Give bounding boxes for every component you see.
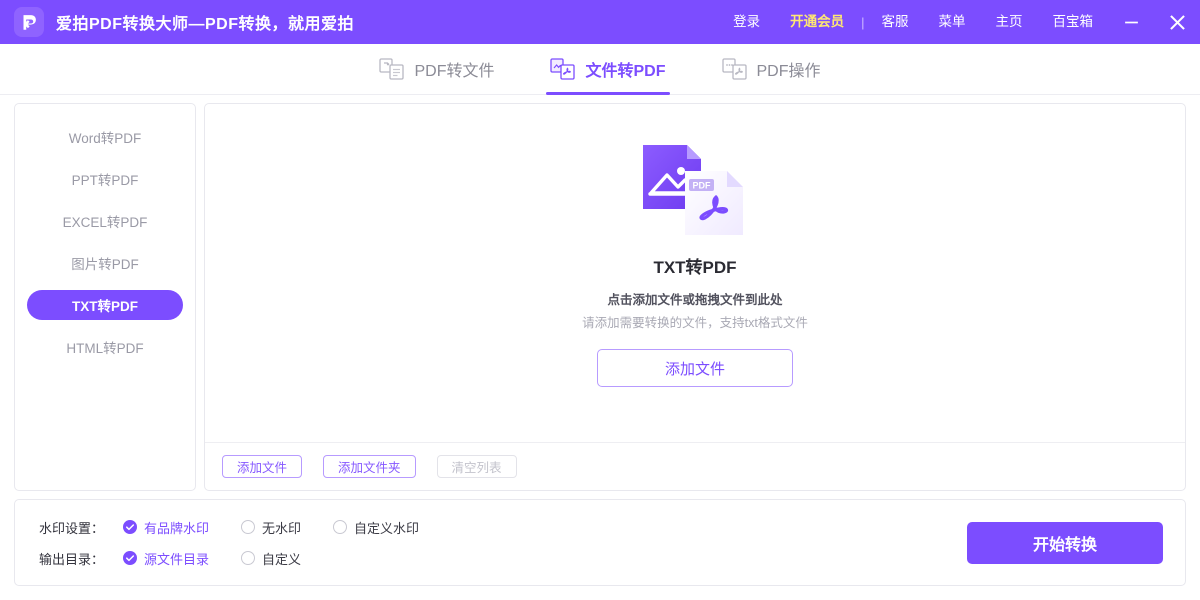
tab-pdf-to-file[interactable]: PDF转文件 [351,44,522,95]
conversion-type-sidebar: Word转PDF PPT转PDF EXCEL转PDF 图片转PDF TXT转PD… [14,103,196,491]
add-file-button[interactable]: 添加文件 [222,455,303,478]
tab-pdf-operations[interactable]: PDF操作 [694,44,849,95]
header-link-home[interactable]: 主页 [981,0,1038,44]
output-directory-row: 输出目录： 源文件目录 自定义 [39,549,451,568]
main-tabs: PDF转文件 文件转PDF PDF操作 [0,44,1200,95]
settings-options: 水印设置： 有品牌水印 无水印 自定义水印 输出目录： 源文件目录 自定义 [15,518,451,568]
title-bar: 爱拍PDF转换大师—PDF转换，就用爱拍 登录 开通会员 | 客服 菜单 主页 … [0,0,1200,44]
clear-list-button: 清空列表 [436,455,517,478]
svg-text:PDF: PDF [693,181,712,191]
radio-source-dir[interactable]: 源文件目录 [123,549,209,568]
sidebar-item-word-to-pdf[interactable]: Word转PDF [27,122,183,152]
radio-custom-dir[interactable]: 自定义 [241,549,301,568]
header-link-customer-service[interactable]: 客服 [867,0,924,44]
empty-circle-icon [241,551,256,565]
sidebar-item-html-to-pdf[interactable]: HTML转PDF [27,332,183,362]
header-link-login[interactable]: 登录 [718,0,775,44]
file-to-pdf-icon [550,58,576,80]
sidebar-item-ppt-to-pdf[interactable]: PPT转PDF [27,164,183,194]
radio-label: 自定义水印 [354,520,420,536]
file-drop-area[interactable]: PDF TXT转PDF 点击添加文件或拖拽文件到此处 请添加需要转换的文件，支持… [205,104,1185,442]
settings-bar: 水印设置： 有品牌水印 无水印 自定义水印 输出目录： 源文件目录 自定义 开始… [14,499,1186,586]
radio-custom-watermark[interactable]: 自定义水印 [333,518,419,537]
add-folder-button[interactable]: 添加文件夹 [323,455,416,478]
radio-no-watermark[interactable]: 无水印 [241,518,301,537]
radio-brand-watermark[interactable]: 有品牌水印 [123,518,209,537]
app-title: 爱拍PDF转换大师—PDF转换，就用爱拍 [56,16,355,33]
pdf-to-file-icon [379,58,405,80]
sidebar-item-image-to-pdf[interactable]: 图片转PDF [27,248,183,278]
radio-label: 有品牌水印 [144,520,210,536]
empty-circle-icon [333,520,348,534]
check-circle-icon [123,520,137,534]
watermark-settings-row: 水印设置： 有品牌水印 无水印 自定义水印 [39,518,451,537]
header-link-menu[interactable]: 菜单 [924,0,981,44]
radio-label: 源文件目录 [144,551,210,567]
add-file-main-button[interactable]: 添加文件 [597,349,793,387]
drop-area-hint: 请添加需要转换的文件，支持txt格式文件 [582,316,808,330]
content-body: Word转PDF PPT转PDF EXCEL转PDF 图片转PDF TXT转PD… [0,95,1200,495]
drop-area-title: TXT转PDF [653,258,737,277]
app-logo-icon [14,7,44,37]
close-button[interactable] [1154,0,1200,44]
app-window: 爱拍PDF转换大师—PDF转换，就用爱拍 登录 开通会员 | 客服 菜单 主页 … [0,0,1200,600]
radio-label: 自定义 [262,551,302,567]
drop-area-subtitle: 点击添加文件或拖拽文件到此处 [607,293,783,307]
start-conversion-button[interactable]: 开始转换 [967,521,1163,564]
sidebar-item-txt-to-pdf[interactable]: TXT转PDF [27,290,183,320]
header-link-open-vip[interactable]: 开通会员 [775,0,859,44]
header-link-toolbox[interactable]: 百宝箱 [1038,0,1109,44]
header-separator: | [861,14,865,30]
tab-label: PDF转文件 [414,63,495,80]
pdf-operations-icon [721,58,747,80]
empty-circle-icon [241,520,256,534]
watermark-label: 水印设置： [39,520,105,536]
radio-label: 无水印 [262,520,302,536]
tab-file-to-pdf[interactable]: 文件转PDF [522,44,693,95]
minimize-button[interactable] [1108,0,1154,44]
sidebar-item-excel-to-pdf[interactable]: EXCEL转PDF [27,206,183,236]
main-panel-footer: 添加文件 添加文件夹 清空列表 [205,442,1185,490]
main-panel: PDF TXT转PDF 点击添加文件或拖拽文件到此处 请添加需要转换的文件，支持… [204,103,1186,491]
image-to-pdf-illustration-icon: PDF [643,145,743,235]
header-actions: 登录 开通会员 | 客服 菜单 主页 百宝箱 [718,0,1200,44]
output-directory-label: 输出目录： [39,551,105,567]
check-circle-icon [123,551,137,565]
tab-label: 文件转PDF [585,63,666,80]
tab-label: PDF操作 [756,63,821,80]
